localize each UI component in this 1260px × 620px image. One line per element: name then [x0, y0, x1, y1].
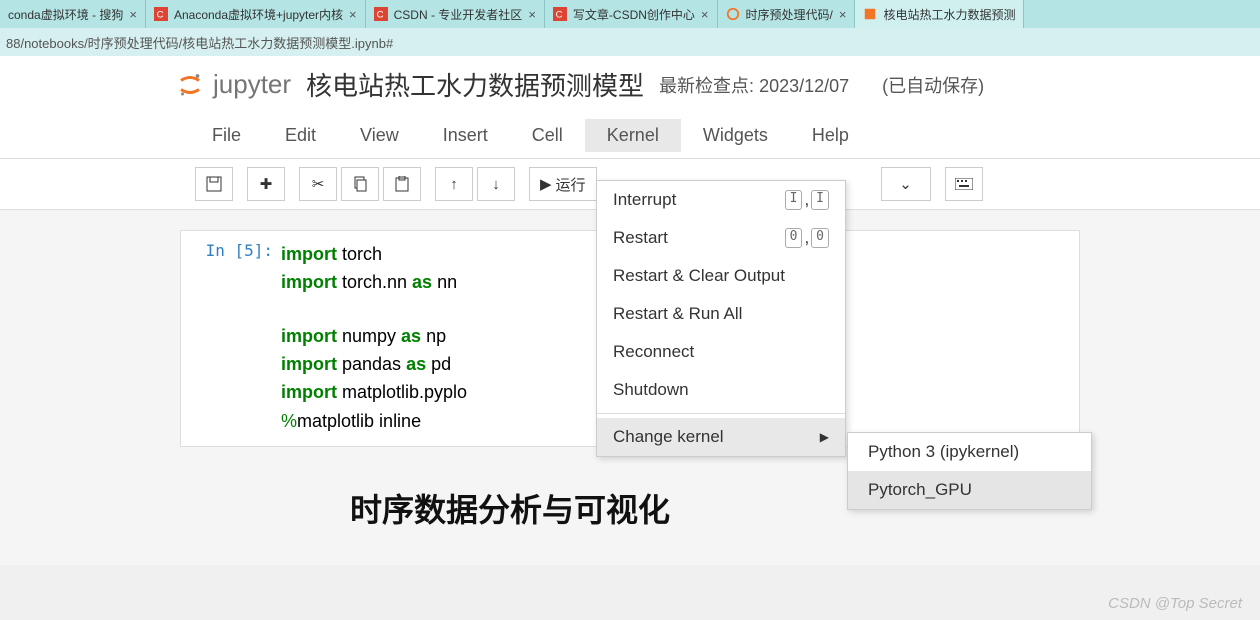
run-label: 运行 — [556, 174, 586, 195]
copy-button[interactable] — [341, 167, 379, 201]
close-icon[interactable]: × — [701, 7, 709, 22]
menu-kernel[interactable]: Kernel — [585, 119, 681, 152]
svg-text:C: C — [157, 10, 164, 21]
browser-tab[interactable]: C 写文章-CSDN创作中心 × — [545, 0, 718, 28]
shortcut: 0,0 — [785, 228, 829, 248]
cell-prompt: In [5]: — [181, 231, 281, 446]
url-text: 88/notebooks/时序预处理代码/核电站热工水力数据预测模型.ipynb… — [6, 33, 393, 52]
autosave-text: (已自动保存) — [882, 72, 984, 98]
tab-title: 时序预处理代码/ — [746, 6, 833, 23]
menu-insert[interactable]: Insert — [421, 119, 510, 152]
item-label: Interrupt — [613, 190, 676, 210]
logo-text: jupyter — [213, 69, 291, 100]
kernel-restart-run-item[interactable]: Restart & Run All — [597, 295, 845, 333]
command-palette-button[interactable] — [945, 167, 983, 201]
item-label: Shutdown — [613, 380, 689, 400]
tab-title: Anaconda虚拟环境+jupyter内核 — [174, 6, 343, 23]
address-bar[interactable]: 88/notebooks/时序预处理代码/核电站热工水力数据预测模型.ipynb… — [0, 28, 1260, 56]
kernel-reconnect-item[interactable]: Reconnect — [597, 333, 845, 371]
item-label: Change kernel — [613, 427, 724, 447]
change-kernel-submenu: Python 3 (ipykernel) Pytorch_GPU — [847, 432, 1092, 510]
paste-button[interactable] — [383, 167, 421, 201]
browser-tab[interactable]: C CSDN - 专业开发者社区 × — [366, 0, 545, 28]
paste-icon — [394, 176, 410, 192]
notebook-title[interactable]: 核电站热工水力数据预测模型 — [306, 66, 644, 103]
kernel-restart-item[interactable]: Restart 0,0 — [597, 219, 845, 257]
tab-title: conda虚拟环境 - 搜狗 — [8, 6, 123, 23]
browser-tab-active[interactable]: 核电站热工水力数据预测 — [855, 0, 1024, 28]
browser-tab[interactable]: C Anaconda虚拟环境+jupyter内核 × — [146, 0, 366, 28]
submenu-arrow-icon: ▶ — [820, 430, 829, 444]
menu-edit[interactable]: Edit — [263, 119, 338, 152]
arrow-up-icon: ↑ — [450, 176, 458, 193]
scissors-icon: ✂ — [312, 175, 325, 193]
menu-file[interactable]: File — [190, 119, 263, 152]
browser-tab[interactable]: conda虚拟环境 - 搜狗 × — [0, 0, 146, 28]
copy-icon — [352, 176, 368, 192]
cut-button[interactable]: ✂ — [299, 167, 337, 201]
browser-tab-strip: conda虚拟环境 - 搜狗 × C Anaconda虚拟环境+jupyter内… — [0, 0, 1260, 28]
jupyter-icon — [726, 7, 740, 21]
menu-widgets[interactable]: Widgets — [681, 119, 790, 152]
kernel-change-kernel-item[interactable]: Change kernel ▶ — [597, 418, 845, 456]
csdn-icon: C — [374, 7, 388, 21]
close-icon[interactable]: × — [528, 7, 536, 22]
menu-cell[interactable]: Cell — [510, 119, 585, 152]
svg-text:C: C — [556, 10, 563, 21]
celltype-dropdown[interactable]: ⌄ — [881, 167, 931, 201]
close-icon[interactable]: × — [349, 7, 357, 22]
tab-title: 核电站热工水力数据预测 — [883, 6, 1015, 23]
item-label: Restart & Run All — [613, 304, 742, 324]
save-icon — [206, 176, 222, 192]
browser-tab[interactable]: 时序预处理代码/ × — [718, 0, 856, 28]
shortcut: I,I — [785, 190, 829, 210]
jupyter-logo[interactable]: jupyter — [175, 69, 291, 100]
item-label: Reconnect — [613, 342, 694, 362]
menubar: File Edit View Insert Cell Kernel Widget… — [0, 113, 1260, 159]
tab-title: CSDN - 专业开发者社区 — [394, 6, 523, 23]
move-up-button[interactable]: ↑ — [435, 167, 473, 201]
checkpoint-text: 最新检查点: 2023/12/07 — [659, 72, 849, 98]
watermark: CSDN @Top Secret — [1108, 595, 1242, 612]
run-button[interactable]: ▶运行 — [529, 167, 597, 201]
save-button[interactable] — [195, 167, 233, 201]
kernel-option-pytorch-gpu[interactable]: Pytorch_GPU — [848, 471, 1091, 509]
keyboard-icon — [955, 178, 973, 190]
close-icon[interactable]: × — [129, 7, 137, 22]
move-down-button[interactable]: ↓ — [477, 167, 515, 201]
csdn-icon: C — [553, 7, 567, 21]
kernel-option-python3[interactable]: Python 3 (ipykernel) — [848, 433, 1091, 471]
menu-separator — [597, 413, 845, 414]
chevron-down-icon: ⌄ — [899, 175, 912, 193]
item-label: Restart — [613, 228, 668, 248]
notebook-icon — [863, 7, 877, 21]
notebook-header: jupyter 核电站热工水力数据预测模型 最新检查点: 2023/12/07 … — [0, 56, 1260, 113]
add-cell-button[interactable]: ✚ — [247, 167, 285, 201]
cell-code[interactable]: import torch import torch.nn as nn impor… — [281, 231, 467, 446]
kernel-restart-clear-item[interactable]: Restart & Clear Output — [597, 257, 845, 295]
menu-view[interactable]: View — [338, 119, 421, 152]
markdown-heading: 时序数据分析与可视化 — [350, 485, 1260, 531]
menu-help[interactable]: Help — [790, 119, 871, 152]
kernel-shutdown-item[interactable]: Shutdown — [597, 371, 845, 409]
kernel-dropdown-menu: Interrupt I,I Restart 0,0 Restart & Clea… — [596, 180, 846, 457]
tab-title: 写文章-CSDN创作中心 — [573, 6, 695, 23]
close-icon[interactable]: × — [839, 7, 847, 22]
arrow-down-icon: ↓ — [492, 176, 500, 193]
svg-text:C: C — [376, 10, 383, 21]
plus-icon: ✚ — [260, 175, 273, 193]
item-label: Restart & Clear Output — [613, 266, 785, 286]
jupyter-icon — [175, 70, 205, 100]
csdn-icon: C — [154, 7, 168, 21]
kernel-interrupt-item[interactable]: Interrupt I,I — [597, 181, 845, 219]
play-icon: ▶ — [540, 175, 552, 193]
